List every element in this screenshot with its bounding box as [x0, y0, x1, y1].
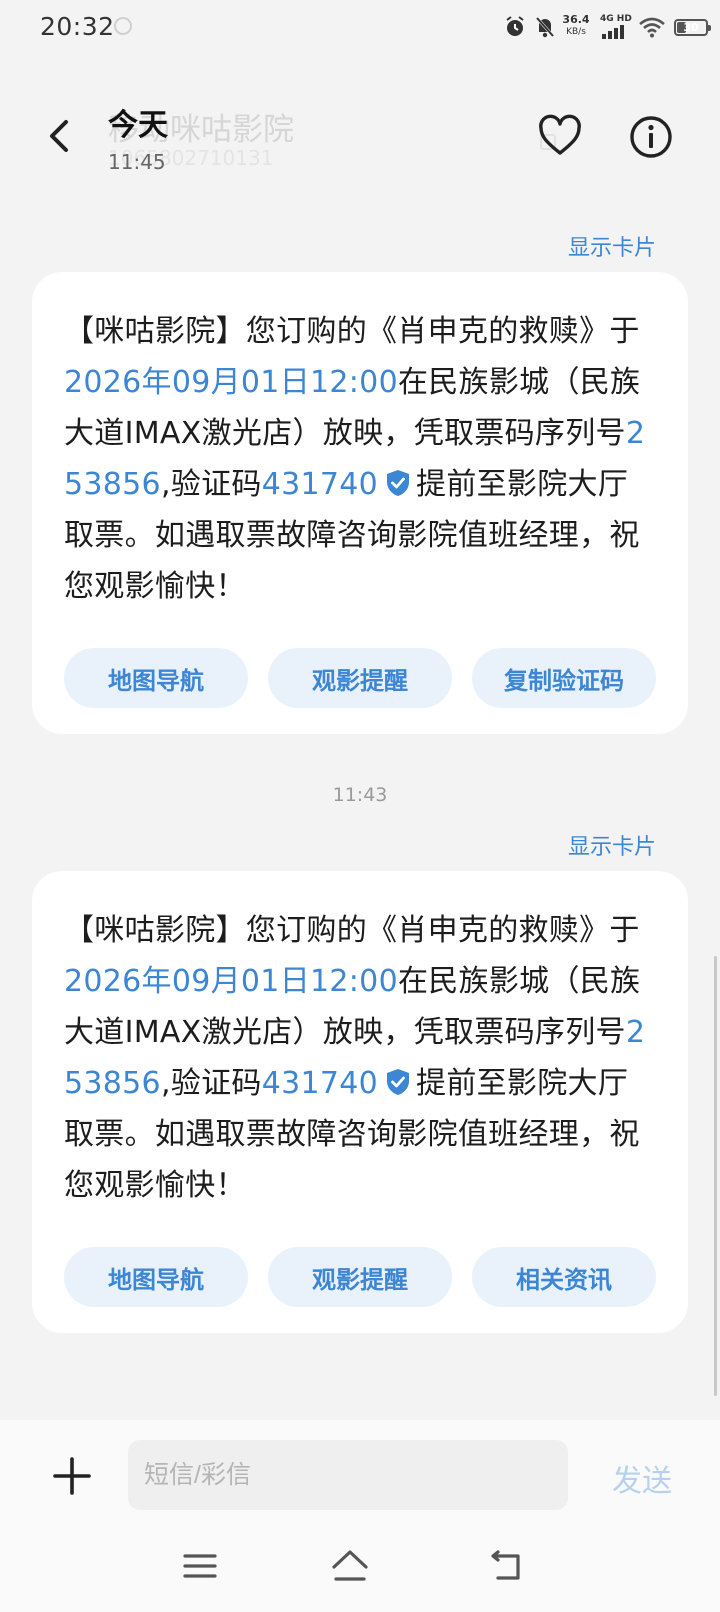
verified-icon [387, 1069, 410, 1095]
message-text-part: 【咪咕影院】您订购的《肖申克的救赎》于 [64, 913, 640, 948]
message-actions: 地图导航 观影提醒 复制验证码 [64, 648, 656, 708]
signal-icon: 4G HD [600, 14, 634, 43]
return-icon[interactable] [484, 1544, 528, 1588]
status-bar: 20:32 36.4 KB/s 4G HD 30 [0, 0, 720, 56]
notification-icon [114, 17, 132, 35]
mute-icon [535, 17, 555, 38]
map-navigation-button[interactable]: 地图导航 [64, 648, 248, 708]
message-text-part: ,验证码 [160, 1066, 262, 1101]
message-bubble: 【咪咕影院】您订购的《肖申克的救赎》于2026年09月01日12:00在民族影城… [32, 871, 688, 1333]
message-input[interactable]: 短信/彩信 [128, 1440, 568, 1510]
movie-reminder-button[interactable]: 观影提醒 [268, 648, 452, 708]
message-bubble: 【咪咕影院】您订购的《肖申克的救赎》于2026年09月01日12:00在民族影城… [32, 272, 688, 734]
wifi-icon [639, 17, 665, 38]
system-nav-bar [0, 1528, 720, 1612]
message-text-part: ,验证码 [160, 467, 262, 502]
header-time: 11:45 [108, 150, 166, 174]
verification-code-link[interactable]: 431740 [262, 467, 378, 502]
movie-reminder-button[interactable]: 观影提醒 [268, 1247, 452, 1307]
datetime-link[interactable]: 2026年09月01日12:00 [64, 365, 398, 400]
home-icon[interactable] [328, 1544, 372, 1588]
net-speed-value: 36.4 [562, 13, 590, 26]
copy-code-button[interactable]: 复制验证码 [472, 648, 656, 708]
net-speed: 36.4 KB/s [559, 14, 593, 38]
related-news-button[interactable]: 相关资讯 [472, 1247, 656, 1307]
heart-icon[interactable] [536, 114, 584, 158]
message-text-part: 【咪咕影院】您订购的《肖申克的救赎》于 [64, 314, 640, 349]
verification-code-link[interactable]: 431740 [262, 1066, 378, 1101]
header-date-title: 今天 [108, 108, 168, 143]
net-speed-unit: KB/s [566, 27, 586, 37]
message-composer: 短信/彩信 发送 [0, 1420, 720, 1528]
show-card-button[interactable]: 显示卡片 [568, 230, 656, 262]
message-text: 【咪咕影院】您订购的《肖申克的救赎》于2026年09月01日12:00在民族影城… [64, 306, 656, 612]
status-time: 20:32 [40, 12, 115, 41]
scrollbar[interactable] [714, 956, 717, 1396]
alarm-icon [506, 16, 524, 36]
battery-level: 30 [683, 21, 699, 34]
map-navigation-button[interactable]: 地图导航 [64, 1247, 248, 1307]
network-label: 4G HD [600, 14, 632, 24]
send-button[interactable]: 发送 [612, 1456, 672, 1500]
show-card-button[interactable]: 显示卡片 [568, 829, 656, 861]
verified-icon [387, 470, 410, 496]
info-icon[interactable] [628, 114, 674, 160]
conversation-header: 移动咪咕影院 1065802710131 今天 11:45 [0, 80, 720, 200]
message-actions: 地图导航 观影提醒 相关资讯 [64, 1247, 656, 1307]
battery-icon: 30 [674, 19, 711, 36]
message-text: 【咪咕影院】您订购的《肖申克的救赎》于2026年09月01日12:00在民族影城… [64, 905, 656, 1211]
time-separator: 11:43 [332, 784, 388, 806]
datetime-link[interactable]: 2026年09月01日12:00 [64, 964, 398, 999]
back-icon[interactable] [40, 114, 80, 158]
plus-icon[interactable] [52, 1456, 92, 1496]
menu-icon[interactable] [178, 1544, 222, 1588]
